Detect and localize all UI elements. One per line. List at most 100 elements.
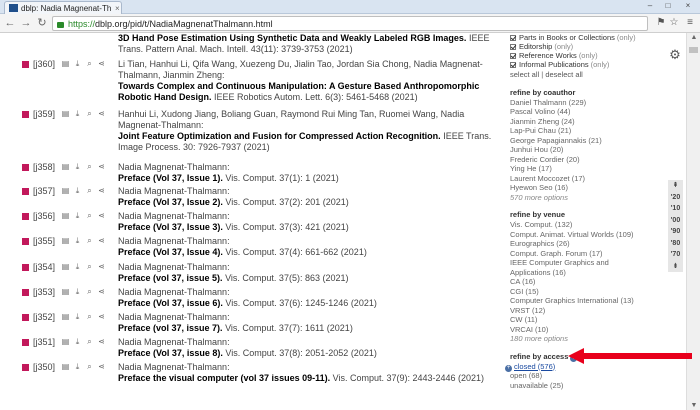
coauthor-filter[interactable]: Frederic Cordier (20)	[510, 155, 660, 165]
venue-filter[interactable]: CW (11)	[510, 315, 660, 325]
search-icon[interactable]: ⌕	[85, 162, 94, 171]
authors[interactable]: Nadia Magnenat-Thalmann:	[118, 262, 230, 272]
checkbox[interactable]	[510, 61, 516, 68]
share-icon[interactable]: ⋖	[97, 186, 106, 195]
download-icon[interactable]: ⤓	[73, 236, 82, 245]
scroll-thumb[interactable]	[689, 47, 698, 53]
view-icon[interactable]: ▤	[61, 337, 70, 346]
view-icon[interactable]: ▤	[61, 162, 70, 171]
close-window-button[interactable]: ×	[680, 1, 696, 10]
coauthor-filter[interactable]: Laurent Moccozet (17)	[510, 174, 660, 184]
venue[interactable]: Vis. Comput. 37(3): 421 (2021)	[225, 222, 348, 232]
jump-top-icon[interactable]: ⇞	[668, 180, 683, 192]
authors[interactable]: Nadia Magnenat-Thalmann:	[118, 362, 230, 372]
tab-close-icon[interactable]: ×	[115, 4, 120, 13]
download-icon[interactable]: ⤓	[73, 312, 82, 321]
authors[interactable]: Li Tian, Hanhui Li, Qifa Wang, Xuezeng D…	[118, 59, 483, 80]
venue[interactable]: Vis. Comput. 37(4): 661-662 (2021)	[225, 247, 366, 257]
share-icon[interactable]: ⋖	[97, 312, 106, 321]
venue[interactable]: Vis. Comput. 37(6): 1245-1246 (2021)	[225, 298, 376, 308]
year-jump-link[interactable]: '00	[668, 215, 683, 227]
access-open-link[interactable]: open (68)	[510, 371, 660, 381]
forward-arrow-icon[interactable]: →	[20, 17, 32, 29]
view-icon[interactable]: ▤	[61, 186, 70, 195]
share-icon[interactable]: ⋖	[97, 211, 106, 220]
coauthor-filter[interactable]: Jianmin Zheng (24)	[510, 117, 660, 127]
authors[interactable]: Nadia Magnenat-Thalmann:	[118, 186, 230, 196]
view-icon[interactable]: ▤	[61, 211, 70, 220]
authors[interactable]: Nadia Magnenat-Thalmann:	[118, 287, 230, 297]
checkbox[interactable]	[510, 43, 516, 50]
year-jump-link[interactable]: '70	[668, 249, 683, 261]
browser-tab[interactable]: dblp: Nadia Magnenat-Th ×	[4, 1, 122, 14]
bookmark-star-icon[interactable]: ☆	[668, 17, 680, 29]
search-icon[interactable]: ⌕	[85, 236, 94, 245]
year-jump-link[interactable]: '10	[668, 203, 683, 215]
jump-bottom-icon[interactable]: ⇟	[668, 261, 683, 273]
publication-type-filter[interactable]: Parts in Books or Collections (only)	[510, 33, 660, 42]
search-icon[interactable]: ⌕	[85, 287, 94, 296]
share-icon[interactable]: ⋖	[97, 236, 106, 245]
venue[interactable]: Vis. Comput. 37(7): 1611 (2021)	[225, 323, 353, 333]
venue-more-link[interactable]: 180 more options	[510, 334, 660, 344]
menu-icon[interactable]: ≡	[684, 17, 696, 29]
share-icon[interactable]: ⋖	[97, 262, 106, 271]
view-icon[interactable]: ▤	[61, 262, 70, 271]
publication-type-filter[interactable]: Editorship (only)	[510, 42, 660, 51]
checkbox[interactable]	[510, 52, 516, 59]
authors[interactable]: Nadia Magnenat-Thalmann:	[118, 312, 230, 322]
checkbox[interactable]	[510, 34, 516, 41]
authors[interactable]: Nadia Magnenat-Thalmann:	[118, 337, 230, 347]
view-icon[interactable]: ▤	[61, 236, 70, 245]
download-icon[interactable]: ⤓	[73, 109, 82, 118]
coauthor-more-link[interactable]: 570 more options	[510, 193, 660, 203]
scroll-up-icon[interactable]: ▲	[687, 34, 700, 41]
search-icon[interactable]: ⌕	[85, 59, 94, 68]
authors[interactable]: Nadia Magnenat-Thalmann:	[118, 211, 230, 221]
scroll-down-icon[interactable]: ▼	[687, 402, 700, 409]
select-all-link[interactable]: select all	[510, 70, 539, 79]
share-icon[interactable]: ⋖	[97, 59, 106, 68]
coauthor-filter[interactable]: Hyewon Seo (16)	[510, 183, 660, 193]
search-icon[interactable]: ⌕	[85, 337, 94, 346]
venue-filter[interactable]: Comput. Animat. Virtual Worlds (109)	[510, 230, 660, 240]
search-icon[interactable]: ⌕	[85, 211, 94, 220]
publication-type-filter[interactable]: Informal Publications (only)	[510, 60, 660, 69]
share-icon[interactable]: ⋖	[97, 337, 106, 346]
search-icon[interactable]: ⌕	[85, 109, 94, 118]
access-closed-link[interactable]: closed (576)	[514, 362, 555, 371]
venue-filter[interactable]: IEEE Computer Graphics and	[510, 258, 660, 268]
download-icon[interactable]: ⤓	[73, 337, 82, 346]
share-icon[interactable]: ⋖	[97, 362, 106, 371]
venue-filter[interactable]: CGI (15)	[510, 287, 660, 297]
share-icon[interactable]: ⋖	[97, 162, 106, 171]
coauthor-filter[interactable]: Junhui Hou (20)	[510, 145, 660, 155]
coauthor-filter[interactable]: Daniel Thalmann (229)	[510, 98, 660, 108]
venue-filter[interactable]: Comput. Graph. Forum (17)	[510, 249, 660, 259]
search-icon[interactable]: ⌕	[85, 262, 94, 271]
reload-icon[interactable]: ↻	[36, 17, 48, 29]
venue[interactable]: Vis. Comput. 37(8): 2051-2052 (2021)	[225, 348, 376, 358]
venue[interactable]: Vis. Comput. 37(9): 2443-2446 (2021)	[333, 373, 484, 383]
year-jump-link[interactable]: '90	[668, 226, 683, 238]
share-icon[interactable]: ⋖	[97, 109, 106, 118]
year-jump-link[interactable]: '80	[668, 238, 683, 250]
coauthor-filter[interactable]: George Papagiannakis (21)	[510, 136, 660, 146]
venue-filter[interactable]: Vis. Comput. (132)	[510, 220, 660, 230]
download-icon[interactable]: ⤓	[73, 59, 82, 68]
publication-type-filter[interactable]: Reference Works (only)	[510, 51, 660, 60]
download-icon[interactable]: ⤓	[73, 211, 82, 220]
search-icon[interactable]: ⌕	[85, 312, 94, 321]
url-field[interactable]: https://dblp.org/pid/t/NadiaMagnenatThal…	[52, 16, 648, 31]
back-arrow-icon[interactable]: ←	[4, 17, 16, 29]
download-icon[interactable]: ⤓	[73, 362, 82, 371]
view-icon[interactable]: ▤	[61, 287, 70, 296]
venue-filter[interactable]: Computer Graphics International (13)	[510, 296, 660, 306]
view-icon[interactable]: ▤	[61, 109, 70, 118]
venue[interactable]: Vis. Comput. 37(5): 863 (2021)	[225, 273, 348, 283]
venue-filter[interactable]: Eurographics (26)	[510, 239, 660, 249]
view-icon[interactable]: ▤	[61, 312, 70, 321]
authors[interactable]: Nadia Magnenat-Thalmann:	[118, 236, 230, 246]
view-icon[interactable]: ▤	[61, 362, 70, 371]
venue-filter[interactable]: VRST (12)	[510, 306, 660, 316]
